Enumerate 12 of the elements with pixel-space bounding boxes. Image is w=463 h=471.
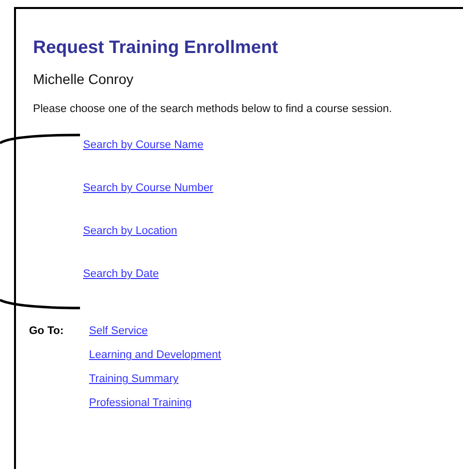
go-to-label: Go To:	[29, 325, 65, 338]
page-title: Request Training Enrollment	[33, 36, 278, 58]
instruction-text: Please choose one of the search methods below to find a course session.	[33, 102, 392, 116]
search-link[interactable]: Search by Course Name	[83, 139, 204, 152]
go-to-link[interactable]: Learning and Development	[89, 349, 222, 362]
search-link[interactable]: Search by Location	[83, 225, 178, 238]
user-name: Michelle Conroy	[33, 71, 134, 87]
search-link[interactable]: Search by Course Number	[83, 182, 214, 195]
go-to-link[interactable]: Training Summary	[89, 373, 178, 386]
search-link[interactable]: Search by Date	[83, 268, 159, 281]
go-to-link[interactable]: Self Service	[89, 325, 148, 338]
go-to-link[interactable]: Professional Training	[89, 397, 192, 410]
